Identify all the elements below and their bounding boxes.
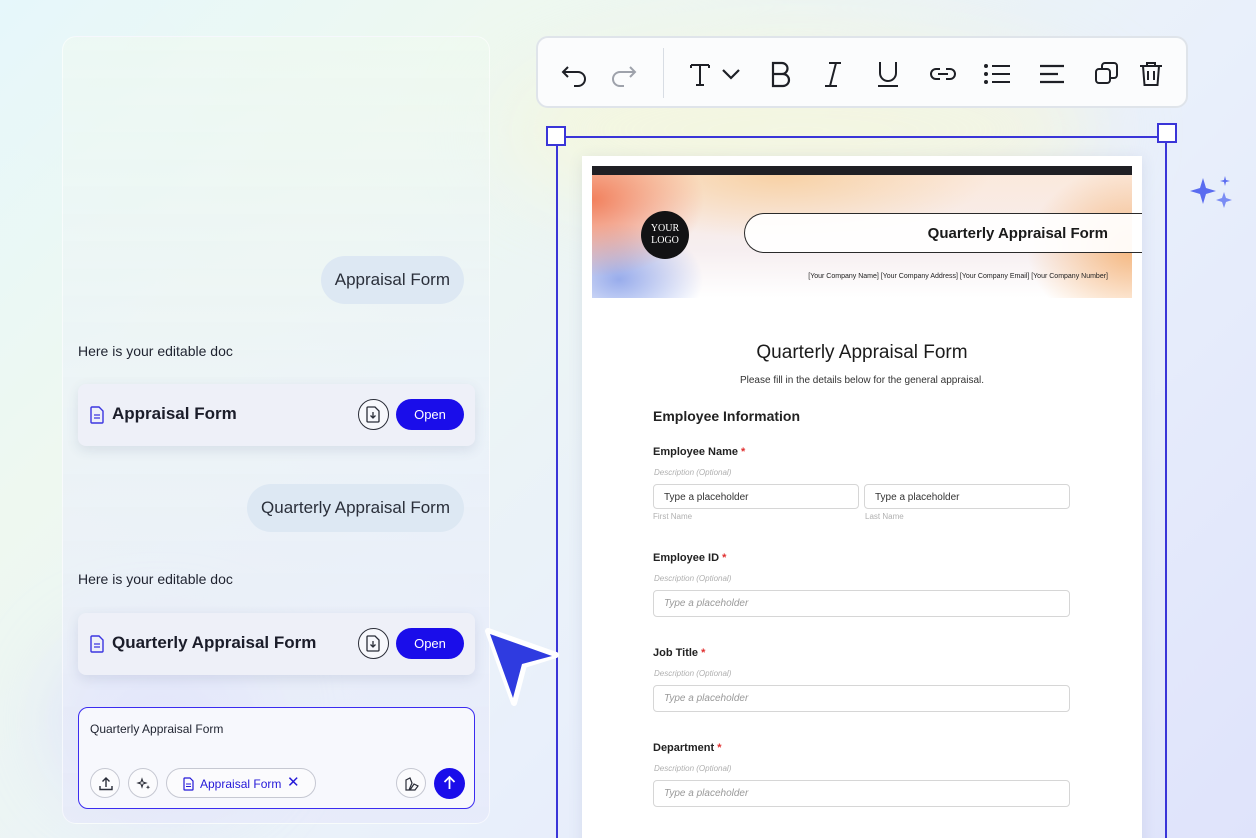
last-name-input[interactable]: Type a placeholder (864, 484, 1070, 509)
document-page[interactable]: YOUR LOGO Quarterly Appraisal Form [Your … (582, 156, 1142, 838)
document-top-bar (592, 166, 1132, 175)
employee-id-input[interactable]: Type a placeholder (653, 590, 1070, 617)
send-button[interactable] (434, 768, 465, 799)
bot-message-text: Here is your editable doc (78, 343, 233, 359)
download-button[interactable] (358, 399, 389, 430)
upload-icon (99, 777, 113, 791)
first-name-input[interactable]: Type a placeholder (653, 484, 859, 509)
first-name-sublabel: First Name (653, 512, 693, 521)
sparkle-icon (136, 777, 151, 790)
field-label-employee-name: Employee Name * (653, 446, 746, 458)
document-icon (90, 635, 104, 653)
italic-icon[interactable] (818, 60, 848, 88)
upload-button[interactable] (90, 768, 120, 798)
section-title: Employee Information (653, 408, 801, 424)
chevron-down-icon[interactable] (720, 60, 742, 88)
text-style-icon[interactable] (686, 60, 716, 88)
resize-handle-top-right[interactable] (1157, 123, 1177, 143)
field-description: Description (Optional) (654, 764, 732, 773)
redo-icon[interactable] (608, 60, 638, 88)
attachment-chip-label: Appraisal Form (200, 777, 282, 791)
field-label-employee-id: Employee ID * (653, 552, 727, 564)
doc-card-title: Appraisal Form (112, 404, 237, 423)
doc-card-quarterly-appraisal-form[interactable]: Quarterly Appraisal Form Open (78, 613, 475, 675)
pointer-cursor-icon (485, 628, 559, 706)
field-label-job-title: Job Title * (653, 647, 706, 659)
format-toolbar (536, 36, 1188, 108)
form-subtitle: Please fill in the details below for the… (739, 375, 985, 386)
sparkle-icon (1190, 176, 1232, 208)
chat-input[interactable]: Quarterly Appraisal Form (90, 722, 223, 736)
job-title-input[interactable]: Type a placeholder (653, 685, 1070, 712)
bold-icon[interactable] (765, 60, 795, 88)
palette-icon (405, 777, 419, 791)
company-logo: YOUR LOGO (641, 211, 689, 259)
header-title-pill: Quarterly Appraisal Form (744, 213, 1142, 253)
undo-icon[interactable] (560, 60, 590, 88)
attachment-chip[interactable]: Appraisal Form ✕ (166, 768, 316, 798)
header-title: Quarterly Appraisal Form (927, 225, 1108, 242)
toolbar-divider (663, 48, 664, 98)
template-button[interactable] (396, 768, 426, 798)
download-doc-icon (366, 406, 380, 423)
open-button[interactable]: Open (396, 628, 464, 659)
company-info-line: [Your Company Name] [Your Company Addres… (808, 273, 1108, 280)
doc-card-title: Quarterly Appraisal Form (112, 633, 317, 652)
link-icon[interactable] (928, 60, 958, 88)
field-description: Description (Optional) (654, 468, 732, 477)
download-button[interactable] (358, 628, 389, 659)
chat-panel: Appraisal Form Here is your editable doc… (62, 36, 490, 824)
field-description: Description (Optional) (654, 669, 732, 678)
bot-message-text: Here is your editable doc (78, 571, 233, 587)
doc-card-appraisal-form[interactable]: Appraisal Form Open (78, 384, 475, 446)
delete-icon[interactable] (1136, 60, 1166, 88)
resize-handle-top-left[interactable] (546, 126, 566, 146)
department-input[interactable]: Type a placeholder (653, 780, 1070, 807)
bullet-list-icon[interactable] (982, 60, 1012, 88)
open-button[interactable]: Open (396, 399, 464, 430)
ai-magic-button[interactable] (128, 768, 158, 798)
document-icon (90, 406, 104, 424)
underline-icon[interactable] (873, 60, 903, 88)
user-message-bubble: Appraisal Form (320, 256, 464, 304)
user-message-bubble: Quarterly Appraisal Form (247, 484, 464, 532)
field-label-department: Department * (653, 742, 722, 754)
chat-input-box[interactable]: Quarterly Appraisal Form Appraisal Form … (78, 707, 475, 809)
form-title: Quarterly Appraisal Form (756, 342, 968, 363)
document-icon (183, 777, 194, 791)
download-doc-icon (366, 635, 380, 652)
align-left-icon[interactable] (1038, 60, 1068, 88)
close-icon[interactable]: ✕ (287, 775, 300, 790)
field-description: Description (Optional) (654, 574, 732, 583)
last-name-sublabel: Last Name (865, 512, 904, 521)
arrow-up-icon (443, 775, 456, 789)
duplicate-icon[interactable] (1093, 60, 1123, 88)
document-header: YOUR LOGO Quarterly Appraisal Form [Your … (592, 175, 1142, 298)
